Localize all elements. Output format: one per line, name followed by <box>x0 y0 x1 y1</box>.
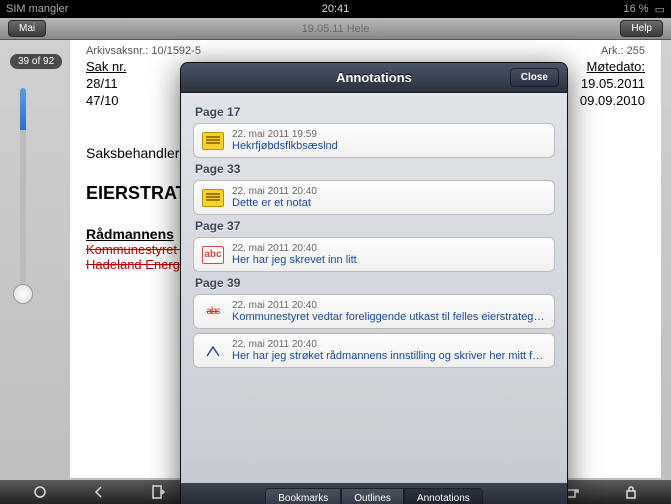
sak-header: Sak nr. <box>86 59 126 74</box>
status-bar: SIM mangler 20:41 16 % ▭ <box>0 0 671 18</box>
popover-tabs: Bookmarks Outlines Annotations <box>181 483 567 504</box>
document-viewer[interactable]: 39 of 92 Arkivsaksnr.: 10/1592-5 Ark.: 2… <box>0 40 671 480</box>
lock-icon[interactable] <box>616 484 646 500</box>
back-button[interactable]: Mai <box>8 20 46 37</box>
annotation-item[interactable]: 22. mai 2011 20:40Her har jeg strøket rå… <box>193 333 555 368</box>
navigation-bar: Mai 19.05.11 Hele Help <box>0 18 671 40</box>
annotations-popover: Annotations Close Page 17 22. mai 2011 19… <box>180 62 568 504</box>
brightness-icon[interactable] <box>25 484 55 500</box>
date-value: 09.09.2010 <box>580 93 645 108</box>
page-indicator: 39 of 92 <box>10 54 62 69</box>
annotation-text: Her har jeg skrevet inn litt <box>232 254 546 266</box>
annotation-date: 22. mai 2011 20:40 <box>232 339 546 350</box>
annotation-date: 22. mai 2011 20:40 <box>232 300 546 311</box>
popover-title: Annotations <box>336 70 412 85</box>
arkiv-left: Arkivsaksnr.: 10/1592-5 <box>86 45 201 57</box>
annotation-text: Her har jeg strøket rådmannens innstilli… <box>232 350 546 362</box>
annotation-item[interactable]: 22. mai 2011 19:59Hekrfjøbdsflkbsæslnd <box>193 123 555 158</box>
close-button[interactable]: Close <box>510 68 559 87</box>
carrier-text: SIM mangler <box>6 3 68 15</box>
arkiv-right: Ark.: 255 <box>601 45 645 57</box>
prev-page-icon[interactable] <box>84 484 114 500</box>
page-slider-track[interactable] <box>20 88 26 298</box>
annotations-list[interactable]: Page 17 22. mai 2011 19:59Hekrfjøbdsflkbs… <box>181 93 567 483</box>
page-slider-thumb[interactable] <box>13 284 33 304</box>
annotation-group-header: Page 17 <box>195 105 555 119</box>
annotation-item[interactable]: abc 22. mai 2011 20:40Her har jeg skrevet… <box>193 237 555 272</box>
sak-value: 28/11 <box>86 76 118 91</box>
annotation-item[interactable]: abc 22. mai 2011 20:40Kommunestyret vedta… <box>193 294 555 329</box>
annotation-text: Hekrfjøbdsflkbsæslnd <box>232 140 546 152</box>
annotation-group-header: Page 33 <box>195 162 555 176</box>
nav-title: 19.05.11 Hele <box>302 23 370 35</box>
note-icon <box>202 132 224 150</box>
annotation-item[interactable]: 22. mai 2011 20:40Dette er et notat <box>193 180 555 215</box>
annotation-group-header: Page 39 <box>195 276 555 290</box>
help-button[interactable]: Help <box>620 20 663 37</box>
tab-bookmarks[interactable]: Bookmarks <box>265 488 341 504</box>
text-annotation-icon: abc <box>202 246 224 264</box>
battery-text: 16 % <box>624 3 649 16</box>
tab-outlines[interactable]: Outlines <box>341 488 404 504</box>
annotation-date: 22. mai 2011 20:40 <box>232 186 546 197</box>
tab-annotations[interactable]: Annotations <box>404 488 483 504</box>
clock: 20:41 <box>322 3 350 15</box>
strikethrough-icon: abc <box>202 303 224 321</box>
motedato-header: Møtedato: <box>586 59 645 74</box>
goto-page-icon[interactable] <box>143 484 173 500</box>
caret-icon <box>202 342 224 360</box>
annotation-date: 22. mai 2011 20:40 <box>232 243 546 254</box>
note-icon <box>202 189 224 207</box>
annotation-text: Dette er et notat <box>232 197 546 209</box>
sak-value: 47/10 <box>86 93 119 108</box>
date-value: 19.05.2011 <box>581 76 645 91</box>
popover-header: Annotations Close <box>181 63 567 93</box>
annotation-text: Kommunestyret vedtar foreliggende utkast… <box>232 311 546 323</box>
annotation-group-header: Page 37 <box>195 219 555 233</box>
battery-icon: ▭ <box>655 3 665 16</box>
annotation-date: 22. mai 2011 19:59 <box>232 129 546 140</box>
